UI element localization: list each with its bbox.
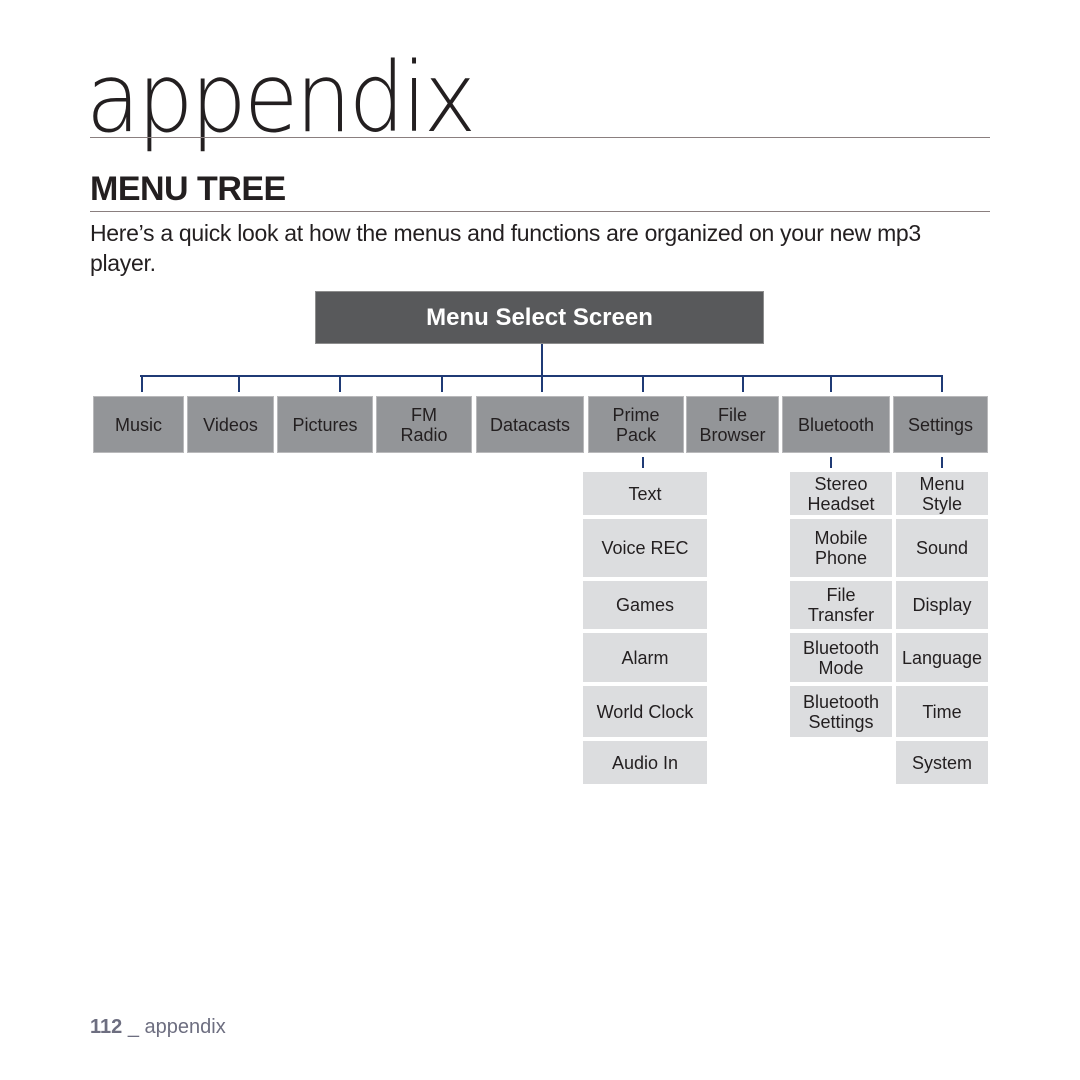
submenu-item-audio-in: Audio In bbox=[583, 741, 707, 784]
submenu-item-bluetooth-mode: Bluetooth Mode bbox=[790, 633, 892, 682]
bluetooth-sub-connector bbox=[830, 457, 832, 468]
chapter-title: appendix bbox=[86, 42, 476, 154]
section-title: MENU TREE bbox=[90, 170, 286, 208]
submenu-item-world-clock: World Clock bbox=[583, 686, 707, 737]
menu-item-pictures: Pictures bbox=[277, 396, 373, 453]
menu-item-prime-pack: Prime Pack bbox=[588, 396, 684, 453]
chapter-title-rule bbox=[90, 137, 990, 138]
page-number: 112 bbox=[90, 1016, 123, 1038]
root-connector-vertical bbox=[541, 344, 543, 377]
branch-connector-drop bbox=[742, 375, 744, 392]
menu-item-music: Music bbox=[93, 396, 184, 453]
submenu-item-sound: Sound bbox=[896, 519, 988, 577]
branch-connector-drop bbox=[339, 375, 341, 392]
menu-item-file-browser: File Browser bbox=[686, 396, 779, 453]
menu-item-settings: Settings bbox=[893, 396, 988, 453]
section-title-rule bbox=[90, 211, 990, 212]
submenu-item-file-transfer: File Transfer bbox=[790, 581, 892, 629]
branch-connector-drop bbox=[141, 375, 143, 392]
submenu-item-voice-rec: Voice REC bbox=[583, 519, 707, 577]
menu-item-datacasts: Datacasts bbox=[476, 396, 584, 453]
menu-item-bluetooth: Bluetooth bbox=[782, 396, 890, 453]
branch-connector-drop bbox=[941, 375, 943, 392]
menu-item-fm-radio: FM Radio bbox=[376, 396, 472, 453]
footer-section: appendix bbox=[144, 1016, 226, 1038]
submenu-item-stereo-headset: Stereo Headset bbox=[790, 472, 892, 515]
branch-connector-drop bbox=[830, 375, 832, 392]
submenu-item-menu-style: Menu Style bbox=[896, 472, 988, 515]
intro-paragraph: Here’s a quick look at how the menus and… bbox=[90, 220, 921, 276]
submenu-item-alarm: Alarm bbox=[583, 633, 707, 682]
menu-select-screen-box: Menu Select Screen bbox=[315, 291, 764, 344]
prime-pack-sub-connector bbox=[642, 457, 644, 468]
settings-sub-connector bbox=[941, 457, 943, 468]
submenu-item-language: Language bbox=[896, 633, 988, 682]
submenu-item-system: System bbox=[896, 741, 988, 784]
page-footer: 112 _ appendix bbox=[90, 1016, 226, 1039]
submenu-item-time: Time bbox=[896, 686, 988, 737]
footer-separator: _ bbox=[127, 1016, 139, 1038]
submenu-item-display: Display bbox=[896, 581, 988, 629]
branch-connector-drop bbox=[238, 375, 240, 392]
menu-item-videos: Videos bbox=[187, 396, 274, 453]
branch-connector-drop bbox=[642, 375, 644, 392]
submenu-item-mobile-phone: Mobile Phone bbox=[790, 519, 892, 577]
submenu-item-bluetooth-settings: Bluetooth Settings bbox=[790, 686, 892, 737]
branch-connector-drop bbox=[441, 375, 443, 392]
submenu-item-text: Text bbox=[583, 472, 707, 515]
branch-connector-drop bbox=[541, 375, 543, 392]
submenu-item-games: Games bbox=[583, 581, 707, 629]
root-label: Menu Select Screen bbox=[426, 303, 653, 331]
